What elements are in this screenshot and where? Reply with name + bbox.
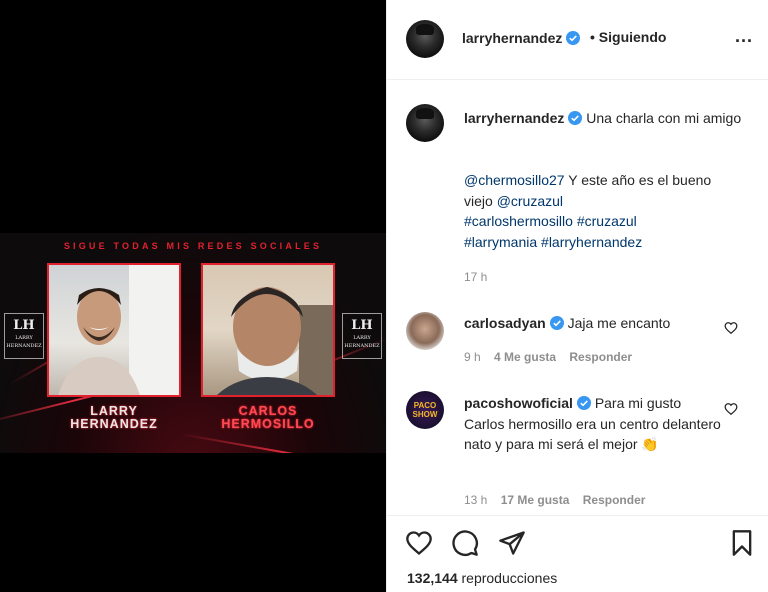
verified-badge-icon <box>568 111 583 125</box>
caption-text: larryhernandez Una charla con mi amigo <box>464 110 742 126</box>
larry-logo-right: LH LARRY HERNANDEZ <box>342 313 382 359</box>
comment-time[interactable]: 9 h <box>464 350 481 364</box>
comment-time[interactable]: 13 h <box>464 493 487 507</box>
author-username[interactable]: larryhernandez <box>462 30 581 48</box>
save-bookmark-icon[interactable] <box>728 529 756 557</box>
comment-avatar[interactable]: PACO SHOW <box>406 391 444 429</box>
view-count[interactable]: 132,144 reproducciones <box>407 570 557 586</box>
person2-name: CARLOS HERMOSILLO <box>221 404 315 431</box>
clapping-emoji: 👏 <box>641 436 659 452</box>
comment-avatar[interactable] <box>406 312 444 350</box>
verified-badge-icon <box>549 316 564 330</box>
hashtag-link[interactable]: #carloshermosillo <box>464 213 573 229</box>
comment-username[interactable]: carlosadyan <box>464 315 546 331</box>
reply-button[interactable]: Responder <box>583 493 646 507</box>
mention-chermosillo27[interactable]: @chermosillo27 <box>464 172 565 188</box>
like-heart-icon[interactable] <box>405 529 433 557</box>
verified-badge-icon <box>576 396 591 410</box>
hashtag-link[interactable]: #larryhernandez <box>541 234 642 250</box>
comment-likes[interactable]: 17 Me gusta <box>501 493 570 507</box>
post-header: larryhernandez • Siguiendo ... <box>387 0 768 80</box>
reply-button[interactable]: Responder <box>569 350 632 364</box>
caption-avatar[interactable] <box>406 104 444 142</box>
caption-timestamp[interactable]: 17 h <box>464 270 487 284</box>
comment-likes[interactable]: 4 Me gusta <box>494 350 556 364</box>
verified-badge-icon <box>566 31 581 45</box>
person1-name: LARRY HERNANDEZ <box>70 404 158 431</box>
author-avatar[interactable] <box>406 20 444 58</box>
carlos-photo <box>201 263 335 397</box>
more-options-icon[interactable]: ... <box>735 26 753 47</box>
larry-photo <box>47 263 181 397</box>
hashtag-link[interactable]: #cruzazul <box>577 213 637 229</box>
comment-text: pacoshowoficial Para mi gusto Carlos her… <box>464 395 721 452</box>
share-paper-plane-icon[interactable] <box>498 529 526 557</box>
comment-meta: 9 h 4 Me gusta Responder <box>464 350 632 364</box>
promo-banner: SIGUE TODAS MIS REDES SOCIALES <box>63 241 323 251</box>
comment-meta: 13 h 17 Me gusta Responder <box>464 493 645 507</box>
comment-like-heart-icon[interactable] <box>724 321 738 335</box>
comment-like-heart-icon[interactable] <box>724 402 738 416</box>
comment-text: carlosadyan Jaja me encanto <box>464 315 671 331</box>
post-panel: larryhernandez • Siguiendo ... larryhern… <box>386 0 768 592</box>
video-player[interactable]: SIGUE TODAS MIS REDES SOCIALES LH LARRY … <box>0 0 386 592</box>
caption-hashtags: @chermosillo27 Y este año es el bueno vi… <box>464 172 712 250</box>
hashtag-link[interactable]: #larrymania <box>464 234 537 250</box>
following-button[interactable]: • Siguiendo <box>590 29 666 45</box>
comment-bubble-icon[interactable] <box>451 529 479 557</box>
video-frame: SIGUE TODAS MIS REDES SOCIALES LH LARRY … <box>0 233 386 453</box>
caption-username[interactable]: larryhernandez <box>464 110 564 126</box>
larry-logo-left: LH LARRY HERNANDEZ <box>4 313 44 359</box>
actions-divider <box>387 515 768 516</box>
mention-cruzazul[interactable]: @cruzazul <box>497 193 563 209</box>
comment-username[interactable]: pacoshowoficial <box>464 395 573 411</box>
